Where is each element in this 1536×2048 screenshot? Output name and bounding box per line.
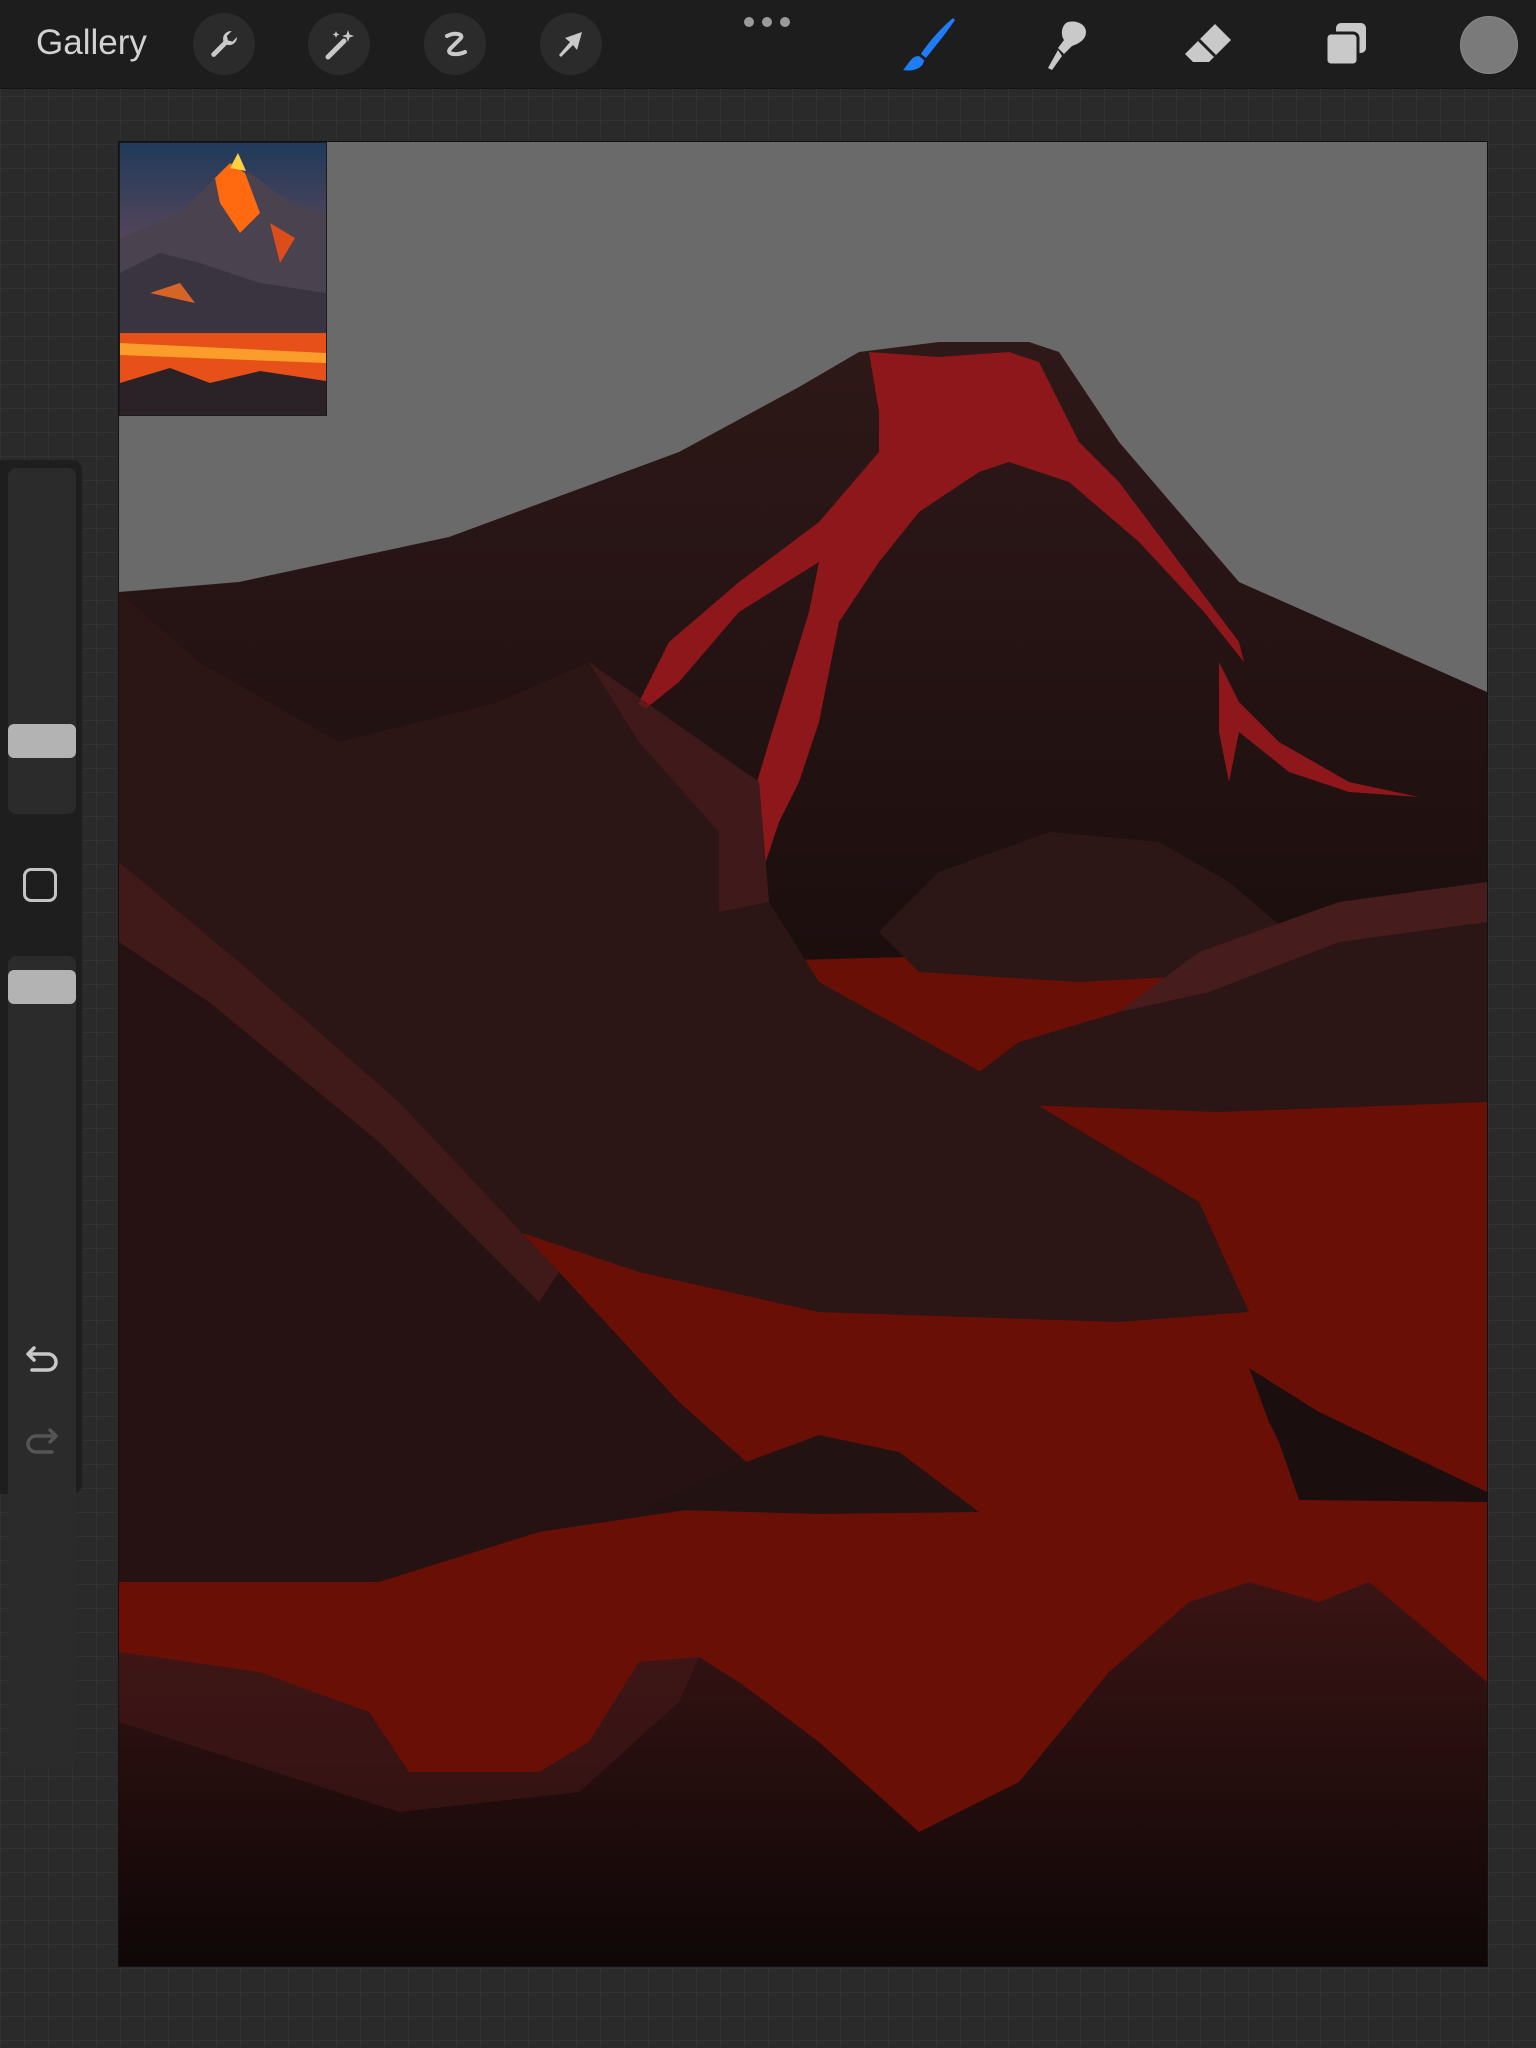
brush-size-handle[interactable]	[8, 724, 76, 758]
undo-button[interactable]	[20, 1336, 64, 1380]
selection-button[interactable]	[424, 13, 486, 75]
top-toolbar: Gallery	[0, 0, 1536, 89]
brush-opacity-handle[interactable]	[8, 970, 76, 1004]
transform-button[interactable]	[540, 13, 602, 75]
dot-icon	[744, 17, 754, 27]
brush-icon	[903, 18, 955, 71]
redo-button[interactable]	[20, 1418, 64, 1462]
brush-tool-button[interactable]	[895, 12, 961, 78]
eraser-tool-button[interactable]	[1175, 12, 1241, 78]
gallery-button[interactable]: Gallery	[36, 20, 147, 66]
transform-arrow-icon	[559, 32, 582, 57]
dot-icon	[780, 17, 790, 27]
eraser-icon	[1185, 24, 1231, 62]
redo-icon	[26, 1428, 58, 1454]
undo-icon	[26, 1346, 58, 1372]
brush-size-slider[interactable]	[8, 468, 76, 814]
wrench-icon	[211, 31, 238, 57]
magic-wand-icon	[325, 30, 354, 60]
color-picker-button[interactable]	[1460, 16, 1518, 74]
dot-icon	[762, 17, 772, 27]
actions-button[interactable]	[193, 13, 255, 75]
reference-image[interactable]	[119, 142, 327, 416]
square-icon[interactable]	[23, 868, 57, 902]
sidebar	[0, 460, 82, 1768]
layers-icon	[1324, 23, 1366, 67]
adjustments-button[interactable]	[308, 13, 370, 75]
volcano-reference-thumbnail	[120, 143, 326, 415]
more-options-button[interactable]	[744, 14, 790, 30]
selection-s-icon	[445, 31, 467, 57]
smudge-icon	[1048, 21, 1086, 70]
smudge-tool-button[interactable]	[1034, 12, 1100, 78]
layers-button[interactable]	[1313, 12, 1379, 78]
